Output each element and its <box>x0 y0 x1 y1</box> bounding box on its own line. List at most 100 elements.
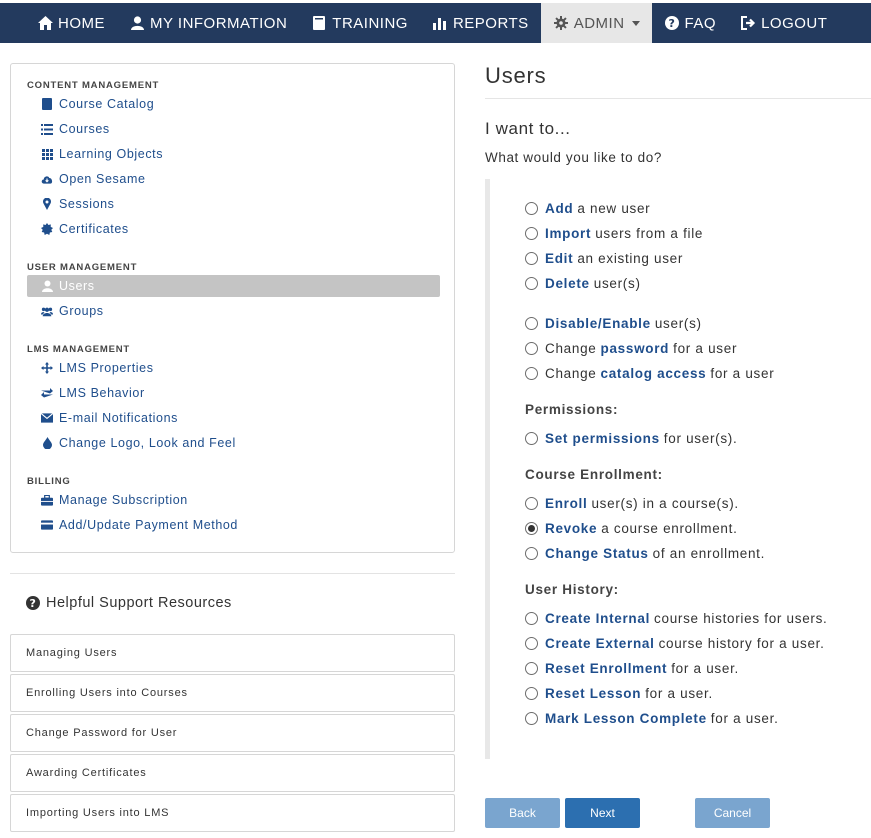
radio-button[interactable] <box>525 711 538 725</box>
option-set-permissions[interactable]: Set permissions for user(s). <box>525 428 737 448</box>
option-change-status[interactable]: Change Status of an enrollment. <box>525 543 765 563</box>
resource-enrolling-users[interactable]: Enrolling Users into Courses <box>10 674 455 712</box>
tint-icon <box>41 437 53 449</box>
option-mark-lesson-complete[interactable]: Mark Lesson Complete for a user. <box>525 708 779 728</box>
option-keyword: password <box>600 340 670 356</box>
resource-managing-users[interactable]: Managing Users <box>10 634 455 672</box>
radio-button[interactable] <box>525 341 538 355</box>
resource-importing-users[interactable]: Importing Users into LMS <box>10 794 455 832</box>
nav-faq[interactable]: ? FAQ <box>652 3 729 43</box>
option-reset-lesson[interactable]: Reset Lesson for a user. <box>525 683 713 703</box>
radio-button[interactable] <box>525 366 538 380</box>
option-text: for a user <box>673 340 738 356</box>
option-change-password[interactable]: Change password for a user <box>525 338 737 358</box>
sidebar-item-label: Course Catalog <box>59 97 155 111</box>
sidebar-item-label: E-mail Notifications <box>59 411 178 425</box>
nav-admin[interactable]: ADMIN <box>540 3 652 43</box>
radio-button[interactable] <box>525 431 538 445</box>
nav-training[interactable]: TRAINING <box>299 3 420 43</box>
option-keyword: Mark Lesson Complete <box>545 710 707 726</box>
nav-reports[interactable]: REPORTS <box>420 3 541 43</box>
exchange-icon <box>41 387 53 399</box>
gear-icon <box>553 15 569 31</box>
option-create-external[interactable]: Create External course history for a user… <box>525 633 825 653</box>
radio-button[interactable] <box>525 496 538 510</box>
sidebar-item-sessions[interactable]: Sessions <box>41 194 115 214</box>
radio-button[interactable] <box>525 546 538 560</box>
option-create-internal[interactable]: Create Internal course histories for user… <box>525 608 828 628</box>
sidebar-item-learning-objects[interactable]: Learning Objects <box>41 144 163 164</box>
option-text: for a user. <box>710 710 779 726</box>
arrows-move-icon <box>41 362 53 374</box>
briefcase-icon <box>41 494 53 506</box>
sidebar-item-label: Change Logo, Look and Feel <box>59 436 236 450</box>
option-keyword: Set permissions <box>545 430 660 446</box>
option-reset-enrollment[interactable]: Reset Enrollment for a user. <box>525 658 739 678</box>
sidebar-item-label: LMS Behavior <box>59 386 145 400</box>
radio-button[interactable] <box>525 201 538 215</box>
option-enroll[interactable]: Enroll user(s) in a course(s). <box>525 493 739 513</box>
nav-my-information[interactable]: MY INFORMATION <box>117 3 299 43</box>
option-text: an existing user <box>577 250 684 266</box>
nav-home[interactable]: HOME <box>25 3 117 43</box>
sidebar-item-open-sesame[interactable]: Open Sesame <box>41 169 146 189</box>
radio-button[interactable] <box>525 686 538 700</box>
nav-admin-label: ADMIN <box>573 14 625 32</box>
nav-home-label: HOME <box>58 14 105 32</box>
support-resources-title: ? Helpful Support Resources <box>26 595 232 611</box>
radio-button[interactable] <box>525 316 538 330</box>
option-edit-user[interactable]: Edit an existing user <box>525 248 683 268</box>
resource-change-password[interactable]: Change Password for User <box>10 714 455 752</box>
radio-button[interactable] <box>525 611 538 625</box>
option-change-catalog-access[interactable]: Change catalog access for a user <box>525 363 774 383</box>
next-button[interactable]: Next <box>565 798 640 828</box>
option-disable-enable[interactable]: Disable/Enable user(s) <box>525 313 702 333</box>
option-add-user[interactable]: Add a new user <box>525 198 650 218</box>
option-keyword: Add <box>545 200 574 216</box>
credit-card-icon <box>41 519 53 531</box>
radio-button[interactable] <box>525 226 538 240</box>
nav-logout[interactable]: LOGOUT <box>728 3 839 43</box>
radio-button[interactable] <box>525 276 538 290</box>
radio-button[interactable] <box>525 251 538 265</box>
sidebar-item-change-logo[interactable]: Change Logo, Look and Feel <box>41 433 236 453</box>
radio-button[interactable] <box>525 661 538 675</box>
sidebar-item-groups[interactable]: Groups <box>41 301 104 321</box>
option-keyword: Enroll <box>545 495 588 511</box>
sidebar-item-manage-subscription[interactable]: Manage Subscription <box>41 490 188 510</box>
nav-reports-label: REPORTS <box>452 14 529 32</box>
cancel-button[interactable]: Cancel <box>695 798 770 828</box>
user-management-heading: USER MANAGEMENT <box>27 262 138 273</box>
cloud-download-icon <box>41 173 53 185</box>
option-text: for a user. <box>645 685 713 701</box>
resource-awarding-certificates[interactable]: Awarding Certificates <box>10 754 455 792</box>
option-revoke[interactable]: Revoke a course enrollment. <box>525 518 738 538</box>
sidebar-item-courses[interactable]: Courses <box>41 119 110 139</box>
sidebar-item-lms-properties[interactable]: LMS Properties <box>41 358 154 378</box>
sidebar-item-payment-method[interactable]: Add/Update Payment Method <box>41 515 238 535</box>
sidebar-item-users[interactable]: Users <box>27 275 440 297</box>
grid-icon <box>41 148 53 160</box>
svg-text:?: ? <box>668 17 675 30</box>
back-button[interactable]: Back <box>485 798 560 828</box>
lms-management-heading: LMS MANAGEMENT <box>27 344 131 355</box>
sidebar-item-course-catalog[interactable]: Course Catalog <box>41 94 154 114</box>
option-import-users[interactable]: Import users from a file <box>525 223 703 243</box>
option-keyword: Edit <box>545 250 574 266</box>
radio-button[interactable] <box>525 636 538 650</box>
option-text: a course enrollment. <box>601 520 738 536</box>
user-icon <box>129 15 145 31</box>
billing-heading: BILLING <box>27 476 71 487</box>
sign-out-icon <box>740 15 756 31</box>
sidebar-item-lms-behavior[interactable]: LMS Behavior <box>41 383 145 403</box>
option-keyword: Reset Lesson <box>545 685 642 701</box>
option-keyword: catalog access <box>600 365 707 381</box>
page-title: Users <box>485 63 547 88</box>
option-keyword: Create Internal <box>545 610 651 626</box>
support-title-label: Helpful Support Resources <box>46 595 232 611</box>
radio-button-selected[interactable] <box>525 521 538 535</box>
sidebar-item-certificates[interactable]: Certificates <box>41 219 129 239</box>
option-text: user(s) <box>593 275 641 291</box>
sidebar-item-email-notifications[interactable]: E-mail Notifications <box>41 408 178 428</box>
option-delete-users[interactable]: Delete user(s) <box>525 273 641 293</box>
